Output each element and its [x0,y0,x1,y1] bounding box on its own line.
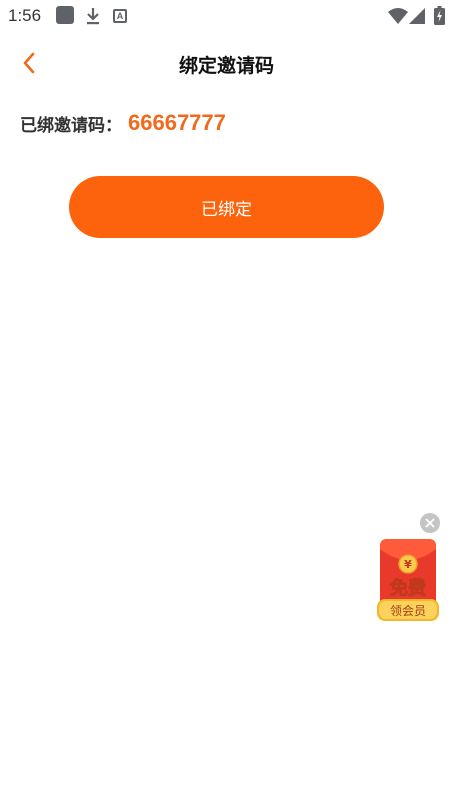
invite-code-row: 已绑邀请码： 66667777 [20,108,226,138]
signal-icon [409,8,425,24]
invite-code-value: 66667777 [128,110,226,135]
a-badge-icon: A [113,9,127,23]
notification-square-icon [56,6,74,24]
invite-code-label: 已绑邀请码： [20,115,122,136]
status-time: 1:56 [8,6,42,25]
wifi-icon [388,8,408,24]
yen-symbol: ¥ [404,558,412,571]
page-title: 绑定邀请码 [178,55,274,77]
download-icon [87,8,99,25]
ad-main-text: 免费 [390,577,426,599]
bound-button[interactable]: 已绑定 [69,176,384,238]
close-icon [425,518,435,528]
close-ad-button[interactable] [420,513,440,533]
ad-sub-text: 领会员 [390,604,426,618]
nav-bar: 绑定邀请码 [0,40,453,86]
status-bar: 1:56 A [0,0,453,32]
battery-icon [434,6,445,25]
free-membership-red-envelope[interactable]: ¥ 免费 领会员 [377,537,439,625]
